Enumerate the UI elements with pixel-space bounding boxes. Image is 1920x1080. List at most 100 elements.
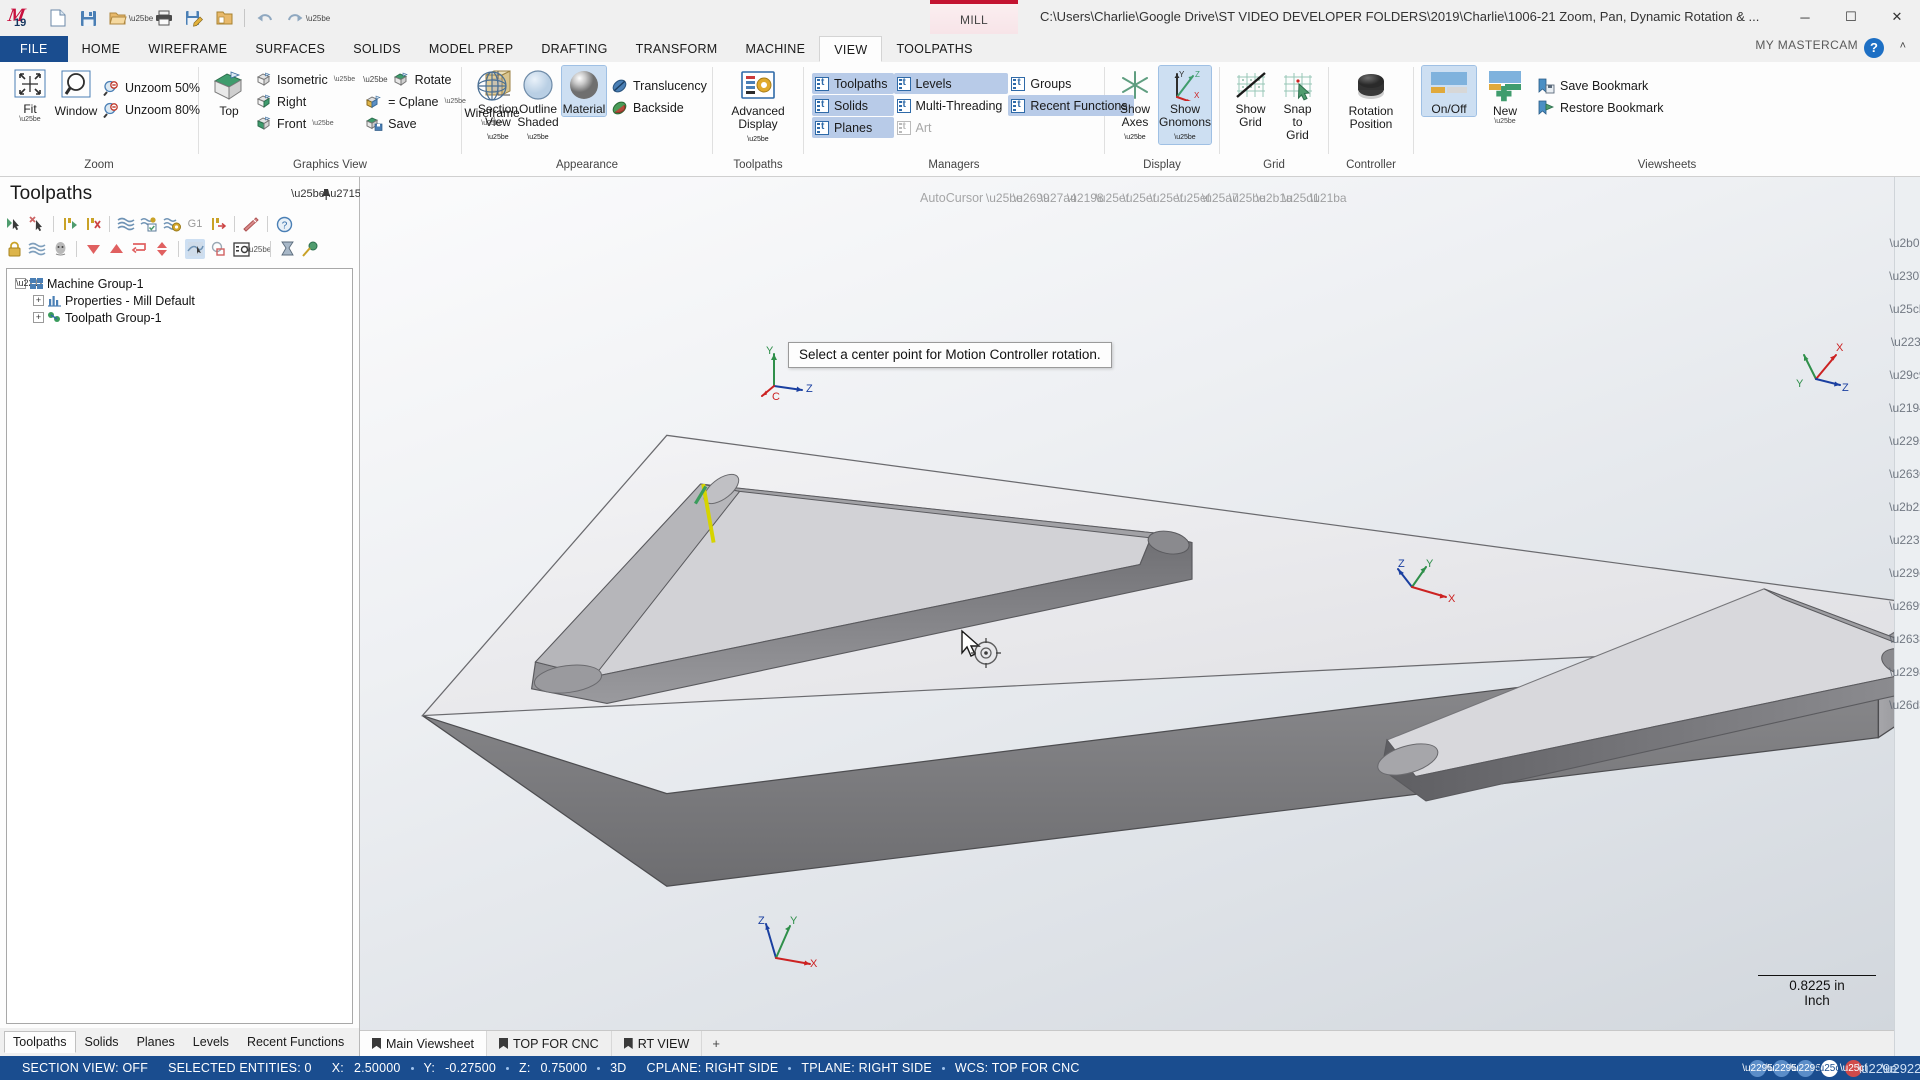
backup-icon[interactable] bbox=[210, 5, 238, 31]
undo-selection-icon[interactable]: \u21ba bbox=[1310, 186, 1347, 210]
fit-button[interactable]: Fit \u25be bbox=[8, 66, 52, 124]
curve-icon[interactable]: \u223f bbox=[1891, 332, 1920, 352]
tree-expander-icon[interactable]: + bbox=[33, 295, 44, 306]
help-icon[interactable]: ? bbox=[274, 214, 294, 234]
z-coord-value[interactable]: 0.75000 bbox=[541, 1061, 598, 1075]
manager-solids-button[interactable]: Solids bbox=[812, 95, 894, 116]
high-speed-toolpath-icon[interactable] bbox=[241, 214, 261, 234]
regenerate-all-dirty-icon[interactable] bbox=[116, 214, 136, 234]
snap-to-grid-button[interactable]: Snap to Grid bbox=[1275, 66, 1320, 142]
unzoom-80-button[interactable]: Unzoom 80% bbox=[100, 99, 206, 120]
sort-icon[interactable] bbox=[152, 239, 172, 259]
tab-machine[interactable]: MACHINE bbox=[732, 36, 820, 62]
options-dropdown-icon[interactable]: \u25be bbox=[247, 239, 271, 259]
machine-icon[interactable]: \u2699 bbox=[1889, 596, 1920, 616]
wireframe-dropdown-icon[interactable]: \u25be bbox=[481, 120, 502, 128]
qat-customize-icon[interactable]: \u25be bbox=[306, 5, 330, 31]
dimension-icon[interactable]: \u2194 bbox=[1889, 398, 1920, 418]
tab-wireframe[interactable]: WIREFRAME bbox=[134, 36, 241, 62]
material-button[interactable]: Material bbox=[561, 65, 607, 117]
wireframe-button[interactable]: Wireframe \u25be bbox=[464, 66, 520, 128]
panel-tab-toolpaths[interactable]: Toolpaths bbox=[4, 1031, 76, 1053]
spline-icon[interactable]: \u2307 bbox=[1889, 266, 1920, 286]
zoom-window-button[interactable]: Window bbox=[54, 66, 98, 118]
save-view-button[interactable]: Save bbox=[363, 113, 472, 134]
panel-dropdown-button[interactable]: \u25be bbox=[291, 185, 325, 203]
move-up-icon[interactable] bbox=[106, 239, 126, 259]
show-axes-button[interactable]: Show Axes \u25be bbox=[1113, 66, 1157, 144]
view-mode-toggle[interactable]: 3D bbox=[600, 1061, 636, 1075]
delete-selected-icon[interactable] bbox=[83, 214, 103, 234]
isometric-dropdown-icon[interactable]: \u25be bbox=[334, 76, 355, 83]
right-view-button[interactable]: Right bbox=[253, 91, 361, 112]
wcs-blue-icon[interactable]: \u25cf bbox=[1816, 1059, 1843, 1077]
no-entry-icon[interactable]: \u2298 bbox=[1889, 662, 1920, 682]
expand-icon[interactable]: \u2922 bbox=[1882, 1060, 1920, 1077]
tree-expander-icon[interactable]: \u2212 bbox=[15, 278, 44, 289]
save-icon[interactable] bbox=[74, 5, 102, 31]
settings-icon[interactable]: \u2638 bbox=[1889, 629, 1920, 649]
tplane-status[interactable]: TPLANE: RIGHT SIDE bbox=[791, 1061, 941, 1075]
viewsheet-tab-top-for-cnc[interactable]: TOP FOR CNC bbox=[487, 1031, 612, 1056]
save-bookmark-button[interactable]: Save Bookmark bbox=[1534, 75, 1670, 96]
select-group-3-icon[interactable]: \u25ef bbox=[1150, 186, 1183, 210]
grid-snap-icon[interactable]: \u229e bbox=[1889, 563, 1920, 583]
close-button[interactable]: ✕ bbox=[1874, 0, 1920, 34]
top-view-button[interactable]: Top bbox=[207, 66, 251, 118]
graphics-view-more-icon[interactable]: \u25be Rotate bbox=[363, 69, 472, 90]
toolpath-wave-icon[interactable]: \u223c bbox=[1889, 530, 1920, 550]
open-dropdown-icon[interactable]: \u25be bbox=[129, 5, 153, 31]
select-group-1-icon[interactable]: \u25ef bbox=[1096, 186, 1129, 210]
tab-file[interactable]: FILE bbox=[0, 36, 68, 62]
deselect-all-operations-icon[interactable] bbox=[27, 214, 47, 234]
viewsheet-tab-rt-view[interactable]: RT VIEW bbox=[612, 1031, 703, 1056]
move-down-icon[interactable] bbox=[83, 239, 103, 259]
panel-tab-solids[interactable]: Solids bbox=[76, 1031, 128, 1053]
select-group-2-icon[interactable]: \u25ef bbox=[1123, 186, 1156, 210]
print-icon[interactable] bbox=[150, 5, 178, 31]
backside-button[interactable]: Backside bbox=[608, 97, 713, 118]
rotation-position-button[interactable]: Rotation Position bbox=[1344, 66, 1399, 131]
toggle-tool-display-icon[interactable] bbox=[208, 239, 228, 259]
tab-solids[interactable]: SOLIDS bbox=[339, 36, 415, 62]
minimize-button[interactable]: ─ bbox=[1782, 0, 1828, 34]
manager-multi-threading-button[interactable]: Multi-Threading bbox=[894, 95, 1009, 116]
undo-icon[interactable] bbox=[251, 5, 279, 31]
front-dropdown-icon[interactable]: \u25be bbox=[312, 120, 333, 127]
outline-shaded-button[interactable]: Outline Shaded \u25be bbox=[516, 66, 560, 144]
tab-toolpaths[interactable]: TOOLPATHS bbox=[882, 36, 986, 62]
manager-planes-button[interactable]: Planes bbox=[812, 117, 894, 138]
regenerate-all-invalid-icon[interactable] bbox=[162, 214, 182, 234]
cplane-status[interactable]: CPLANE: RIGHT SIDE bbox=[637, 1061, 789, 1075]
select-chain-icon[interactable]: \u2198 bbox=[1067, 186, 1104, 210]
circle-icon[interactable]: \u25cb bbox=[1889, 299, 1920, 319]
manager-levels-button[interactable]: Levels bbox=[893, 73, 1009, 94]
viewsheet-onoff-button[interactable]: On/Off bbox=[1421, 65, 1477, 117]
show-gnomons-button[interactable]: Y Z X Show Gnomons \u25be bbox=[1158, 65, 1212, 145]
toggle-posting-icon[interactable] bbox=[27, 239, 47, 259]
help-icon[interactable]: ? bbox=[1864, 38, 1884, 58]
tree-node-properties[interactable]: + Properties - Mill Default bbox=[11, 292, 348, 309]
regenerate-all-selected-icon[interactable] bbox=[139, 214, 159, 234]
solid-shape-icon[interactable]: \u2b22 bbox=[1889, 497, 1920, 517]
mill-document-tab[interactable]: MILL bbox=[930, 0, 1018, 34]
fit-dropdown-icon[interactable]: \u25be bbox=[19, 116, 40, 124]
restore-bookmark-button[interactable]: Restore Bookmark bbox=[1534, 97, 1670, 118]
tab-home[interactable]: HOME bbox=[68, 36, 135, 62]
tree-node-machine-group[interactable]: \u2212 Machine Group-1 bbox=[11, 275, 348, 292]
save-as-icon[interactable] bbox=[180, 5, 208, 31]
post-selected-icon[interactable] bbox=[208, 214, 228, 234]
panel-tab-planes[interactable]: Planes bbox=[128, 1031, 184, 1053]
add-viewsheet-button[interactable]: + bbox=[702, 1031, 730, 1056]
tab-transform[interactable]: TRANSFORM bbox=[622, 36, 732, 62]
front-view-button[interactable]: Front \u25be bbox=[253, 113, 361, 134]
unzoom-50-button[interactable]: Unzoom 50% bbox=[100, 77, 206, 98]
panel-tab-recent-functions[interactable]: Recent Functions bbox=[238, 1031, 353, 1053]
wcs-status[interactable]: WCS: TOP FOR CNC bbox=[945, 1061, 1090, 1075]
maximize-button[interactable]: ☐ bbox=[1828, 0, 1874, 34]
tplane-globe-icon[interactable]: \u2295 bbox=[1790, 1059, 1821, 1077]
simulate-icon[interactable] bbox=[300, 239, 320, 259]
select-all-operations-icon[interactable] bbox=[4, 214, 24, 234]
show-grid-button[interactable]: Show Grid bbox=[1228, 66, 1273, 129]
viewsheet-new-dropdown-icon[interactable]: \u25be bbox=[1494, 118, 1515, 126]
